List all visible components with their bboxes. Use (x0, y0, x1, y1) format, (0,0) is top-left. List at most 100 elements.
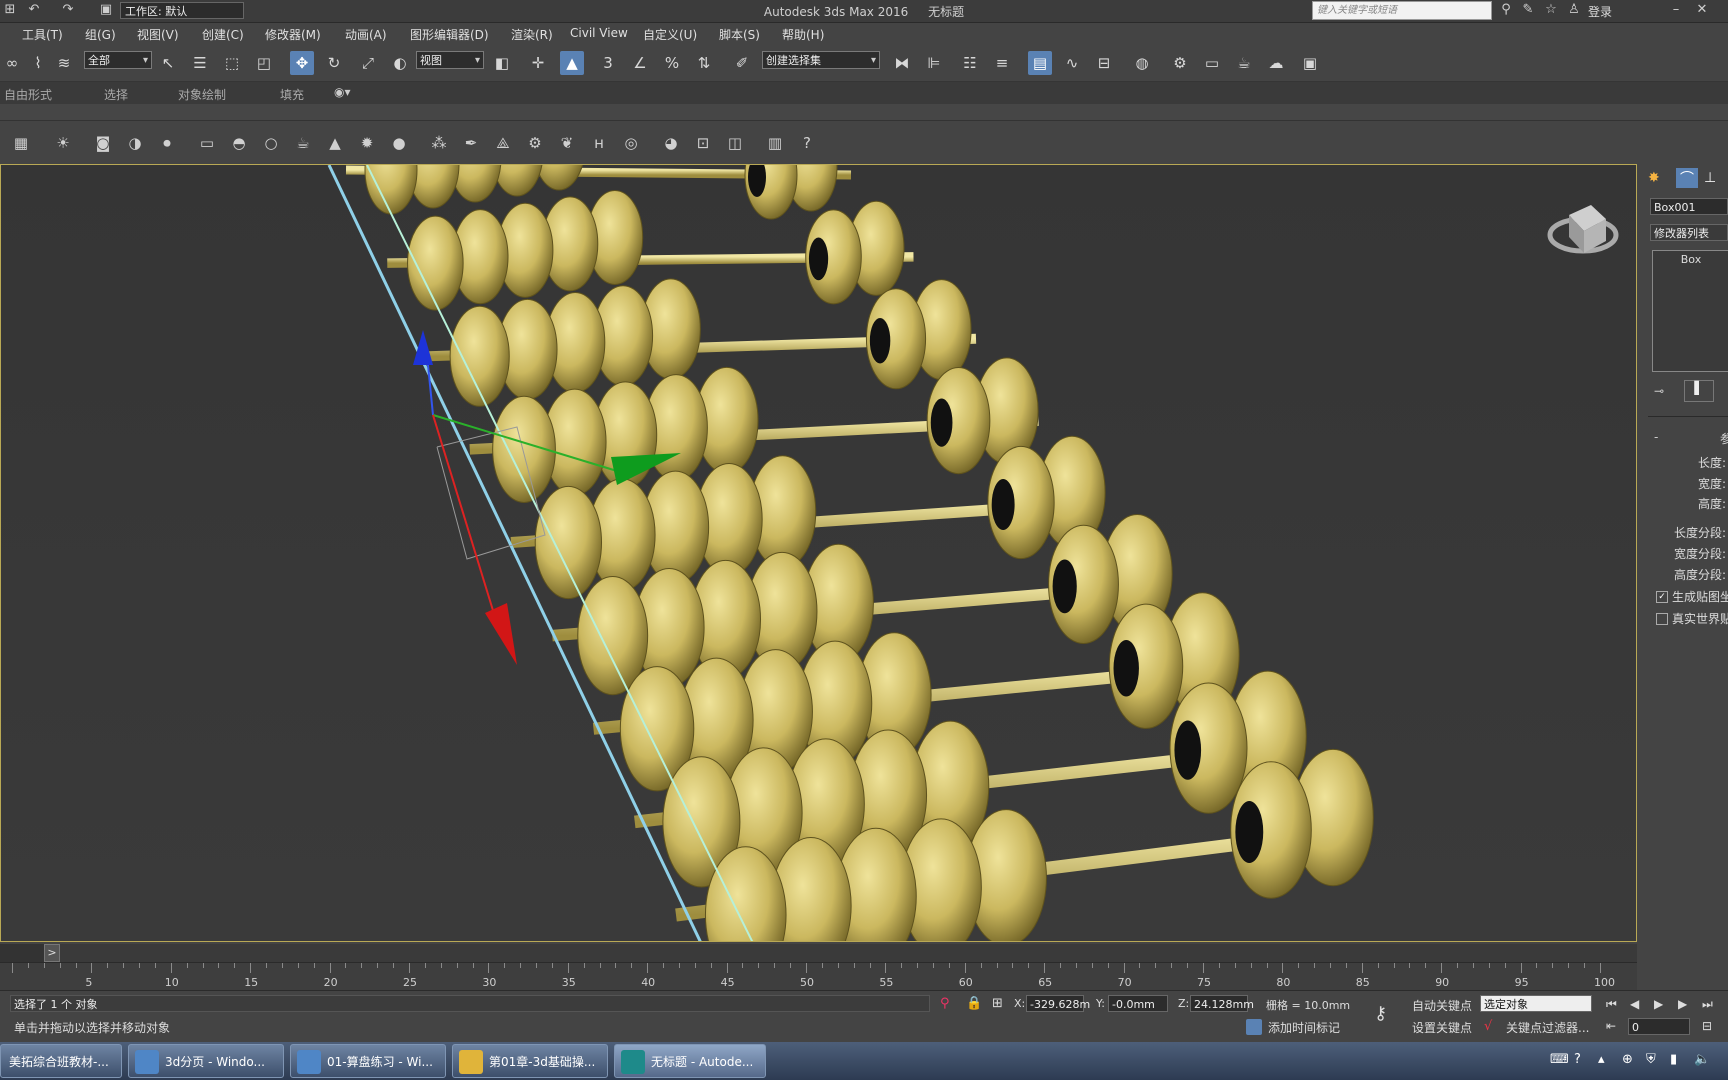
select-place-icon[interactable]: ◐ (388, 51, 412, 75)
render-production-icon[interactable]: ☕ (1232, 51, 1256, 75)
lock-selection-icon[interactable]: 🔒 (966, 996, 982, 1011)
time-slider[interactable]: > (0, 944, 1637, 962)
keyboard-shortcut-override-icon[interactable]: ▲ (560, 51, 584, 75)
menu-modifiers[interactable]: 修改器(M) (265, 26, 321, 43)
real-world-checkbox[interactable] (1656, 613, 1668, 625)
schematic-view-icon[interactable]: ⊟ (1092, 51, 1116, 75)
help-tray-icon[interactable]: ? (1574, 1052, 1581, 1067)
network-tray-icon[interactable]: ⊕ (1622, 1052, 1633, 1067)
help-search-icon[interactable]: ✎ (1520, 2, 1536, 18)
current-frame-field[interactable]: 0 (1628, 1018, 1690, 1035)
ox-icon[interactable]: ◎ (620, 132, 642, 154)
gen-mapping-checkbox[interactable]: ✓ (1656, 591, 1668, 603)
select-by-name-icon[interactable]: ☰ (188, 51, 212, 75)
pin-stack-icon[interactable]: ⊸ (1654, 384, 1664, 398)
login-link[interactable]: 登录 (1588, 3, 1612, 20)
material-browser-icon[interactable]: ⊡ (692, 132, 714, 154)
security-tray-icon[interactable]: ⛨ (1646, 1052, 1656, 1067)
set-key-button[interactable]: 设置关键点 (1412, 1019, 1472, 1036)
plane-icon[interactable]: ▭ (196, 132, 218, 154)
add-time-tag[interactable]: 添加时间标记 (1268, 1019, 1340, 1036)
binoculars-icon[interactable]: ⚲ (1498, 2, 1514, 18)
named-selection-dropdown[interactable]: 创建选择集 (762, 51, 880, 70)
gear-icon[interactable]: ⚙ (524, 132, 546, 154)
paint-icon[interactable]: ✒ (460, 132, 482, 154)
modifier-stack[interactable]: Box (1652, 250, 1728, 372)
modifier-list-dropdown[interactable]: 修改器列表 (1650, 224, 1728, 241)
snaps-toggle-icon[interactable]: 3 (596, 51, 620, 75)
close-icon[interactable]: ✕ (1694, 2, 1710, 18)
spinner-snap-icon[interactable]: ⇅ (692, 51, 716, 75)
ribbon-tab-object-paint[interactable]: 对象绘制 (178, 86, 226, 103)
search-input[interactable]: 键入关键字或短语 (1312, 1, 1492, 20)
a360-gallery-icon[interactable]: ▣ (1298, 51, 1322, 75)
signal-tray-icon[interactable]: ▮ (1670, 1052, 1677, 1067)
select-scale-icon[interactable]: ⤢ (356, 51, 380, 75)
favorites-icon[interactable]: ☆ (1543, 2, 1559, 18)
rollout-title[interactable]: 参 (1720, 430, 1728, 447)
key-filter-icon[interactable]: √ (1484, 1019, 1492, 1034)
window-crossing-icon[interactable]: ◰ (252, 51, 276, 75)
time-tag-icon[interactable] (1246, 1019, 1262, 1035)
keyboard-tray-icon[interactable]: ⌨ (1550, 1052, 1569, 1067)
curve-editor-icon[interactable]: ∿ (1060, 51, 1084, 75)
sphere-icon[interactable]: ○ (260, 132, 282, 154)
hemisphere-icon[interactable]: ◓ (228, 132, 250, 154)
selection-filter-dropdown[interactable]: 全部 (84, 51, 152, 70)
menu-help[interactable]: 帮助(H) (782, 26, 824, 43)
perspective-viewport[interactable] (0, 164, 1637, 942)
menu-views[interactable]: 视图(V) (137, 26, 179, 43)
mirror-icon[interactable]: ⧓ (890, 51, 914, 75)
lattice-icon[interactable]: ⟁ (492, 132, 514, 154)
z-coordinate-field[interactable]: 24.128mm (1190, 995, 1254, 1012)
volume-tray-icon[interactable]: 🔈 (1694, 1052, 1710, 1067)
x-coordinate-field[interactable]: -329.628m (1026, 995, 1090, 1012)
play-icon[interactable]: ▶ (1654, 997, 1663, 1011)
modify-tab-icon[interactable]: ⌒ (1676, 168, 1698, 188)
menu-tools[interactable]: 工具(T) (22, 26, 63, 43)
layers-icon[interactable]: ≡ (990, 51, 1014, 75)
taskbar-item-0[interactable]: 美拓综合班教材-... (0, 1044, 122, 1078)
toggle-ribbon-icon[interactable]: ▤ (1028, 51, 1052, 75)
particles-icon[interactable]: ⁂ (428, 132, 450, 154)
menu-rendering[interactable]: 渲染(R) (511, 26, 553, 43)
link-icon[interactable]: ∞ (0, 51, 24, 75)
taskbar-item-4[interactable]: 无标题 - Autode... (614, 1044, 766, 1078)
bind-spacewarp-icon[interactable]: ≋ (52, 51, 76, 75)
create-tab-icon[interactable]: ✸ (1648, 170, 1660, 186)
ribbon-tab-selection[interactable]: 选择 (104, 86, 128, 103)
key-mode-toggle-icon[interactable]: ⇤ (1606, 1019, 1616, 1033)
menu-group[interactable]: 组(G) (85, 26, 116, 43)
pivot-center-icon[interactable]: ◧ (490, 51, 514, 75)
time-config-icon[interactable]: ⊟ (1702, 1019, 1712, 1033)
percent-snap-icon[interactable]: % (660, 51, 684, 75)
hierarchy-tab-icon[interactable]: ⊥ (1704, 170, 1716, 186)
camera-icon[interactable]: ◙ (92, 132, 114, 154)
layer-explorer-icon[interactable]: ☷ (958, 51, 982, 75)
user-icon[interactable]: ♙ (1566, 2, 1582, 18)
ribbon-tab-freeform[interactable]: 自由形式 (4, 86, 52, 103)
goto-end-icon[interactable]: ⏭ (1702, 997, 1713, 1012)
taskbar-item-2[interactable]: 01-算盘练习 - Wi... (290, 1044, 446, 1078)
ribbon-tab-populate[interactable]: 填充 (280, 86, 304, 103)
auto-key-button[interactable]: 自动关键点 (1412, 997, 1472, 1014)
reference-coord-dropdown[interactable]: 视图 (416, 51, 484, 70)
align-icon[interactable]: ⊫ (922, 51, 946, 75)
teapot-icon[interactable]: ☕ (292, 132, 314, 154)
menu-animation[interactable]: 动画(A) (345, 26, 387, 43)
modifier-stack-item[interactable]: Box (1653, 253, 1728, 266)
sky-icon[interactable]: ● (388, 132, 410, 154)
isolate-icon[interactable]: ⚲ (940, 996, 950, 1011)
angle-snap-icon[interactable]: ∠ (628, 51, 652, 75)
rendered-frame-icon[interactable]: ▭ (1200, 51, 1224, 75)
batch-render-icon[interactable]: ▥ (764, 132, 786, 154)
select-manipulate-icon[interactable]: ✛ (526, 51, 550, 75)
menu-graph-editors[interactable]: 图形编辑器(D) (410, 26, 489, 43)
light-lister-icon[interactable]: ☀ (52, 132, 74, 154)
menu-civil-view[interactable]: Civil View (570, 26, 628, 40)
unlink-icon[interactable]: ⌇ (26, 51, 50, 75)
key-mode-dropdown[interactable]: 选定对象 (1480, 995, 1592, 1012)
taskbar-item-1[interactable]: 3d分页 - Windo... (128, 1044, 284, 1078)
cone-icon[interactable]: ▲ (324, 132, 346, 154)
scene-explorer-icon[interactable]: ▦ (10, 132, 32, 154)
